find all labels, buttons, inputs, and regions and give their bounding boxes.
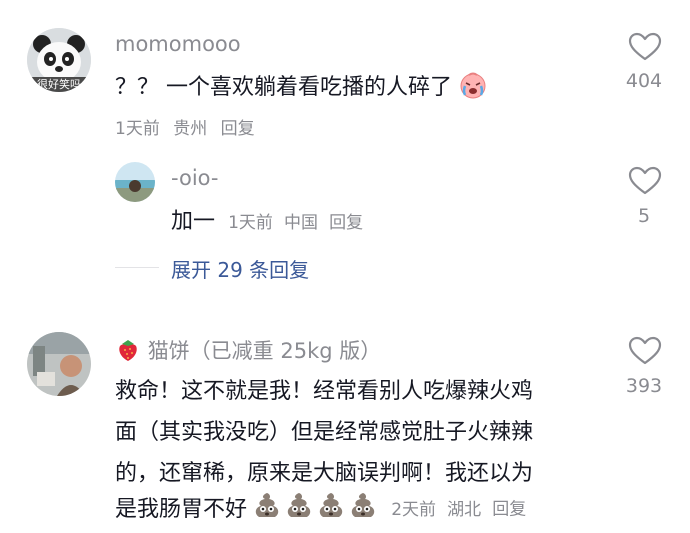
comment-username[interactable]: momomooo — [115, 32, 241, 56]
heart-icon[interactable] — [628, 166, 662, 196]
avatar[interactable]: 很好笑吗 — [27, 28, 91, 92]
comment-text-content: ？？ 一个喜欢躺着看吃播的人碎了 — [115, 75, 452, 100]
reply-line: 加一 1天前 中国 回复 — [171, 203, 363, 235]
comment-time: 1天前 — [115, 119, 160, 139]
crying-face-icon — [459, 71, 487, 105]
comment-location: 贵州 — [173, 119, 208, 139]
reply-time: 1天前 — [228, 213, 273, 233]
comment-last-line: 是我肠胃不好 2天前 湖北 回复 — [115, 490, 526, 524]
reply-text: 加一 — [171, 209, 216, 234]
expand-replies-button[interactable]: 展开 29 条回复 — [171, 254, 309, 283]
comment-text-line: 面（其实我没吃）但是经常感觉肚子火辣辣 — [115, 420, 534, 445]
landscape-avatar-icon — [115, 162, 155, 202]
comment-text-line: 的，还窜稀，原来是大脑误判啊！我还以为 — [115, 461, 534, 486]
photo-avatar-icon — [27, 332, 91, 396]
comment-text: ？？ 一个喜欢躺着看吃播的人碎了 — [115, 69, 487, 105]
avatar-caption: 很好笑吗 — [37, 78, 81, 91]
reply-location: 中国 — [284, 213, 319, 233]
like-count: 393 — [625, 375, 663, 397]
reply-avatar[interactable] — [115, 162, 155, 202]
strawberry-icon — [115, 337, 141, 368]
comment-text-line: 救命！这不就是我！经常看别人吃爆辣火鸡 — [115, 379, 534, 404]
heart-icon[interactable] — [628, 32, 662, 62]
comment-time: 2天前 — [391, 499, 437, 520]
reply-button[interactable]: 回复 — [492, 500, 526, 520]
comment-username-text[interactable]: 猫饼（已减重 25kg 版） — [148, 339, 382, 363]
poop-face-icon — [252, 490, 380, 524]
comment-location: 湖北 — [447, 499, 482, 520]
expand-divider — [115, 267, 159, 268]
comment-meta: 1天前 贵州 回复 — [115, 114, 263, 139]
reply-like-count: 5 — [637, 205, 651, 227]
reply-username[interactable]: -oio- — [171, 166, 218, 190]
heart-icon[interactable] — [628, 336, 662, 366]
reply-button[interactable]: 回复 — [221, 119, 255, 139]
comment-username[interactable]: 猫饼（已减重 25kg 版） — [115, 335, 381, 368]
reply-reply-button[interactable]: 回复 — [329, 213, 363, 233]
avatar[interactable] — [27, 332, 91, 396]
like-count: 404 — [625, 70, 663, 92]
comment-text-line: 是我肠胃不好 — [115, 497, 248, 522]
